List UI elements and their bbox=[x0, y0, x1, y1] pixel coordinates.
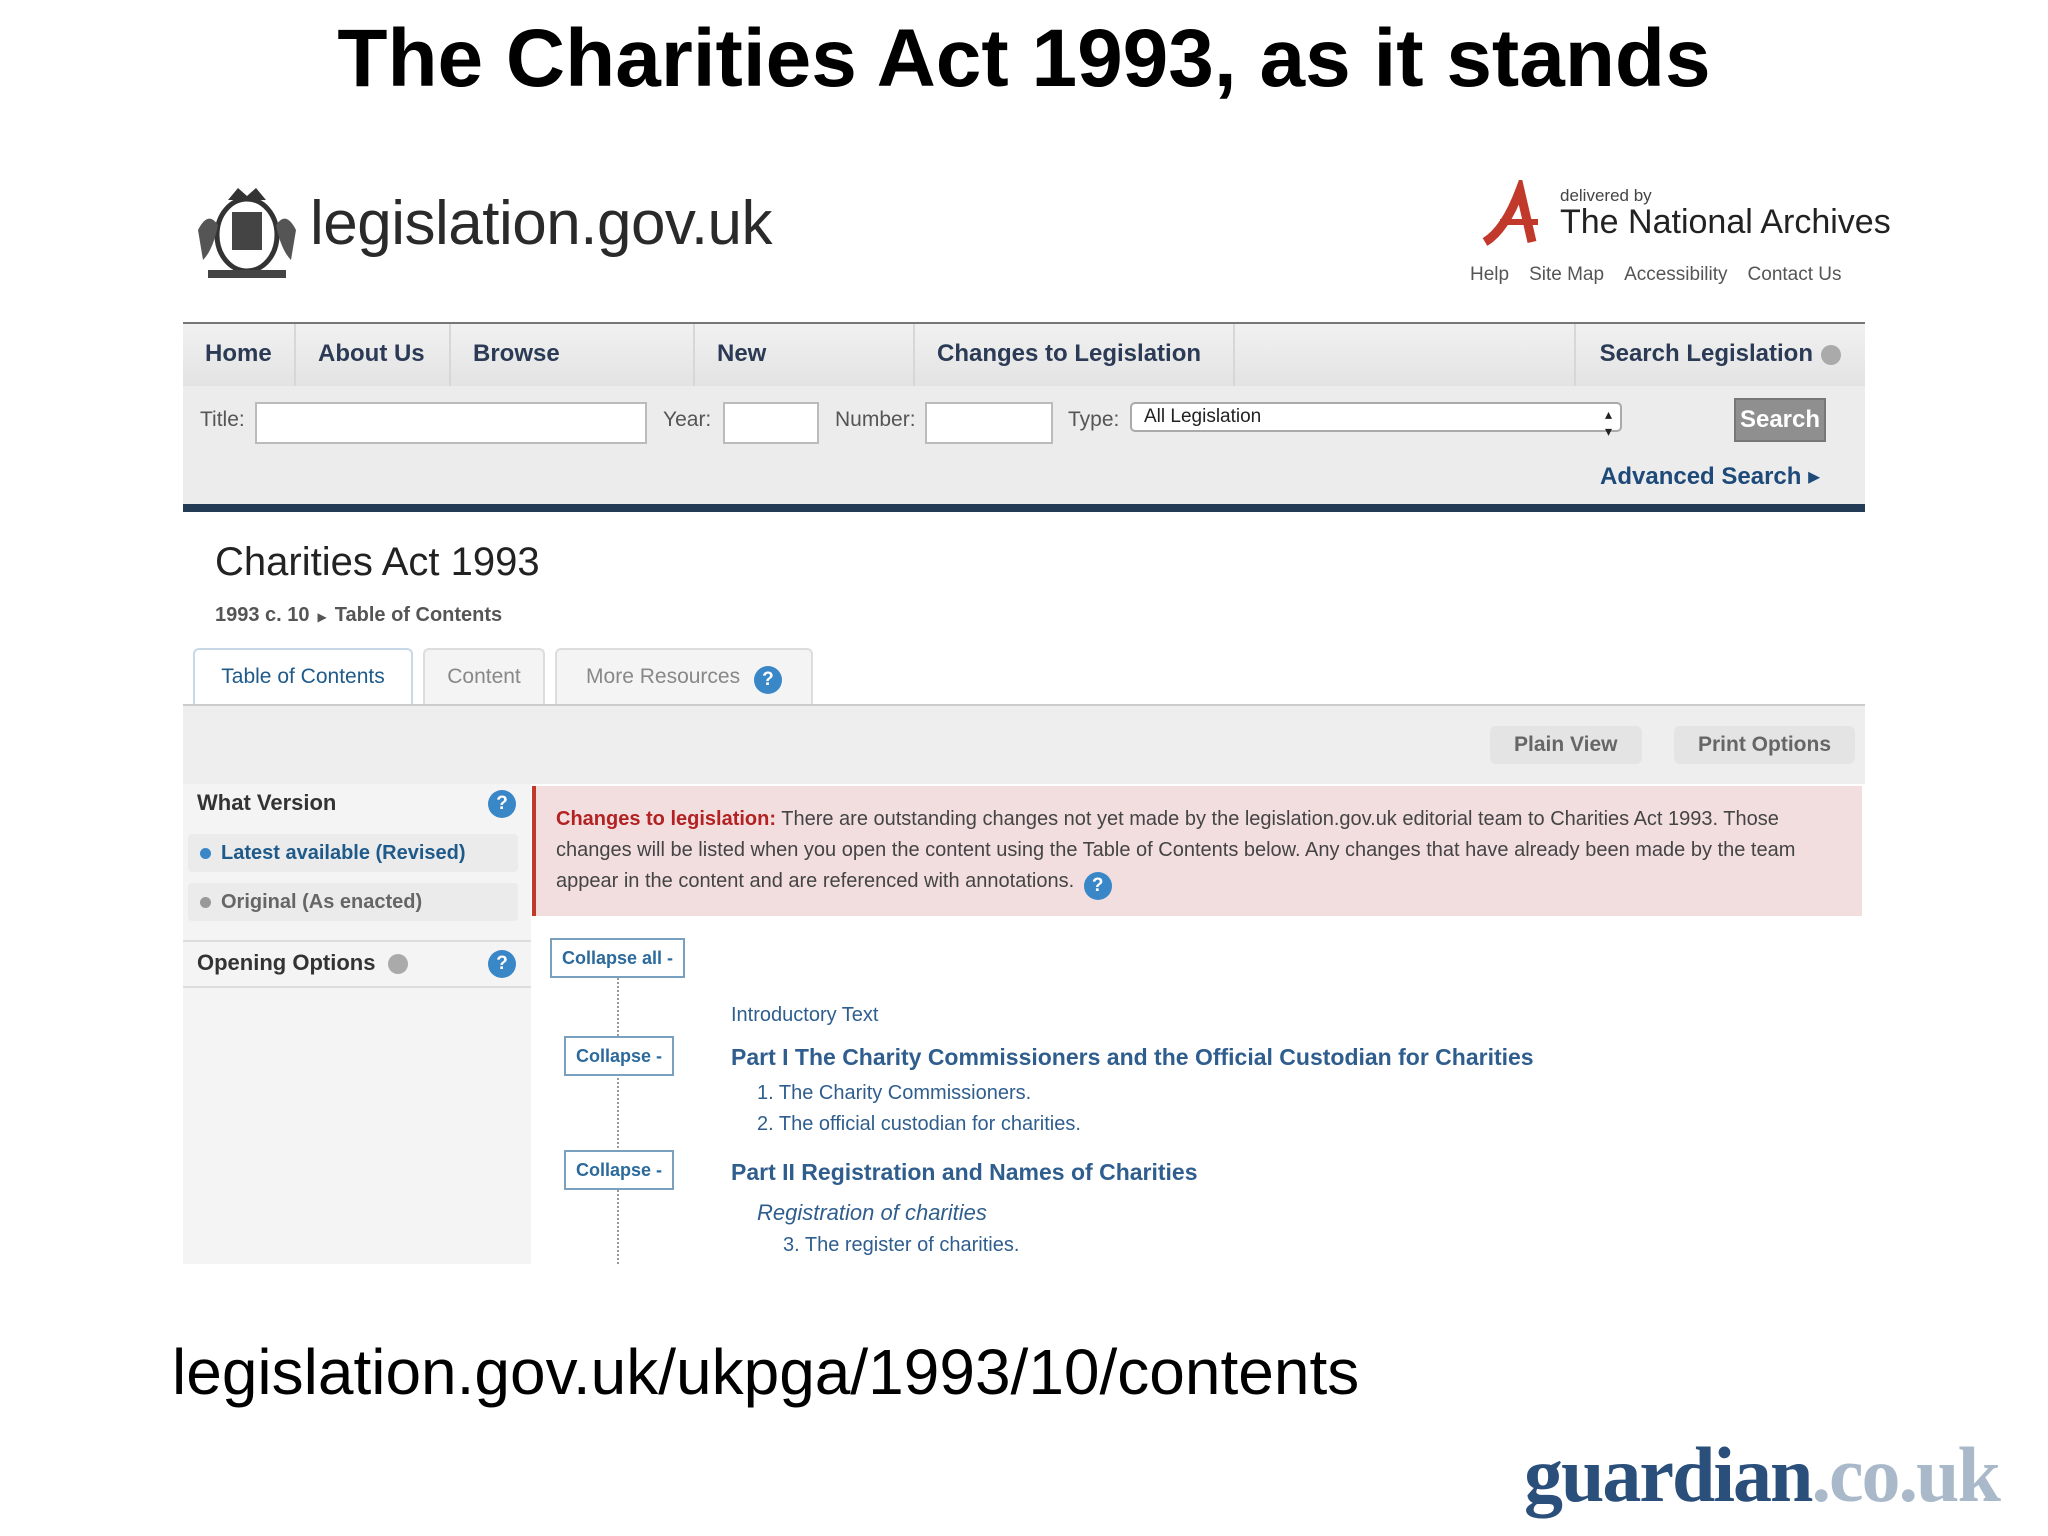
guardian-logo: guardian.co.uk bbox=[1524, 1430, 2001, 1520]
type-select[interactable]: All Legislation ▴ ▾ bbox=[1130, 402, 1622, 439]
help-icon[interactable]: ? bbox=[753, 666, 782, 694]
nav-search-legislation[interactable]: Search Legislation bbox=[1573, 324, 1865, 386]
help-icon[interactable]: ? bbox=[1083, 872, 1112, 900]
guardian-logo-suffix: .co.uk bbox=[1811, 1431, 2000, 1518]
opening-options-heading[interactable]: Opening Options bbox=[197, 950, 408, 976]
accessibility-link[interactable]: Accessibility bbox=[1624, 264, 1727, 286]
nav-about-us[interactable]: About Us bbox=[296, 324, 451, 386]
main-nav: Home About Us Browse Legislation New Leg… bbox=[183, 322, 1865, 427]
warning-label: Changes to legislation: bbox=[556, 808, 777, 830]
breadcrumb-current: Table of Contents bbox=[334, 604, 503, 626]
site-name[interactable]: legislation.gov.uk bbox=[310, 188, 773, 259]
toc-part-2[interactable]: Part II Registration and Names of Charit… bbox=[731, 1159, 1198, 1186]
circle-chevron-icon bbox=[387, 954, 408, 975]
what-version-heading: What Version bbox=[197, 790, 337, 815]
version-original-label: Original (As enacted) bbox=[221, 891, 423, 913]
opening-options-label: Opening Options bbox=[197, 950, 376, 975]
toc-section-2[interactable]: 2. The official custodian for charities. bbox=[757, 1113, 1081, 1136]
tab-content[interactable]: Content bbox=[423, 648, 545, 706]
version-latest-label: Latest available (Revised) bbox=[221, 842, 466, 864]
utility-links: Help Site Map Accessibility Contact Us bbox=[1470, 264, 1850, 286]
nav-changes-to-legislation[interactable]: Changes to Legislation bbox=[915, 324, 1235, 386]
site-map-link[interactable]: Site Map bbox=[1529, 264, 1604, 286]
toc-part-1[interactable]: Part I The Charity Commissioners and the… bbox=[731, 1044, 1534, 1071]
sidebar-divider bbox=[183, 986, 531, 988]
number-input[interactable] bbox=[925, 402, 1053, 444]
dropdown-arrow-icon: ▴ ▾ bbox=[1604, 406, 1612, 439]
version-latest[interactable]: Latest available (Revised) bbox=[188, 834, 518, 872]
toc-section-1[interactable]: 1. The Charity Commissioners. bbox=[757, 1082, 1031, 1105]
breadcrumb-arrow-icon: ▶ bbox=[317, 610, 327, 624]
radio-dot-icon bbox=[200, 897, 211, 909]
tab-table-of-contents[interactable]: Table of Contents bbox=[193, 648, 413, 706]
tree-line bbox=[617, 978, 619, 1264]
year-label: Year: bbox=[663, 408, 712, 431]
sidebar-divider bbox=[183, 940, 531, 942]
help-link[interactable]: Help bbox=[1470, 264, 1509, 286]
title-input[interactable] bbox=[255, 402, 647, 444]
royal-crest-icon bbox=[198, 188, 296, 278]
contact-us-link[interactable]: Contact Us bbox=[1748, 264, 1842, 286]
breadcrumb: 1993 c. 10 ▶ Table of Contents bbox=[215, 604, 502, 627]
collapse-part-1-button[interactable]: Collapse - bbox=[564, 1036, 675, 1076]
slide-url: legislation.gov.uk/ukpga/1993/10/content… bbox=[172, 1336, 1360, 1408]
collapse-all-button[interactable]: Collapse all - bbox=[550, 938, 686, 978]
nav-new-legislation[interactable]: New Legislation bbox=[695, 324, 915, 427]
tna-logo-icon bbox=[1482, 180, 1538, 246]
help-icon[interactable]: ? bbox=[488, 950, 516, 978]
version-original[interactable]: Original (As enacted) bbox=[188, 883, 518, 921]
toc-introductory-text[interactable]: Introductory Text bbox=[731, 1004, 878, 1027]
radio-dot-icon bbox=[200, 848, 211, 860]
tab-more-resources-label: More Resources bbox=[586, 665, 741, 688]
changes-warning: Changes to legislation: There are outsta… bbox=[532, 786, 1862, 916]
nav-home[interactable]: Home bbox=[183, 324, 296, 386]
toc-section-3[interactable]: 3. The register of charities. bbox=[783, 1234, 1019, 1257]
type-label: Type: bbox=[1068, 408, 1120, 431]
number-label: Number: bbox=[835, 408, 916, 431]
breadcrumb-citation[interactable]: 1993 c. 10 bbox=[215, 604, 310, 626]
slide-title: The Charities Act 1993, as it stands bbox=[337, 13, 1711, 104]
collapse-part-2-button[interactable]: Collapse - bbox=[564, 1150, 675, 1190]
help-icon[interactable]: ? bbox=[488, 790, 516, 818]
advanced-search-link[interactable]: Advanced Search ▸ bbox=[1600, 462, 1820, 491]
page-title: Charities Act 1993 bbox=[215, 540, 540, 584]
toc-crossheading[interactable]: Registration of charities bbox=[757, 1200, 987, 1226]
guardian-logo-main: guardian bbox=[1524, 1431, 1813, 1518]
title-label: Title: bbox=[200, 408, 245, 431]
nav-browse-legislation[interactable]: Browse Legislation bbox=[451, 324, 695, 427]
tab-more-resources[interactable]: More Resources ? bbox=[555, 648, 813, 706]
year-input[interactable] bbox=[723, 402, 819, 444]
plain-view-button[interactable]: Plain View bbox=[1490, 726, 1642, 764]
print-options-button[interactable]: Print Options bbox=[1674, 726, 1855, 764]
type-select-value: All Legislation bbox=[1144, 406, 1262, 427]
tna-name[interactable]: The National Archives bbox=[1560, 203, 1891, 242]
circle-chevron-icon bbox=[1821, 344, 1841, 365]
search-button[interactable]: Search bbox=[1734, 398, 1826, 442]
nav-search-label: Search Legislation bbox=[1599, 340, 1813, 367]
